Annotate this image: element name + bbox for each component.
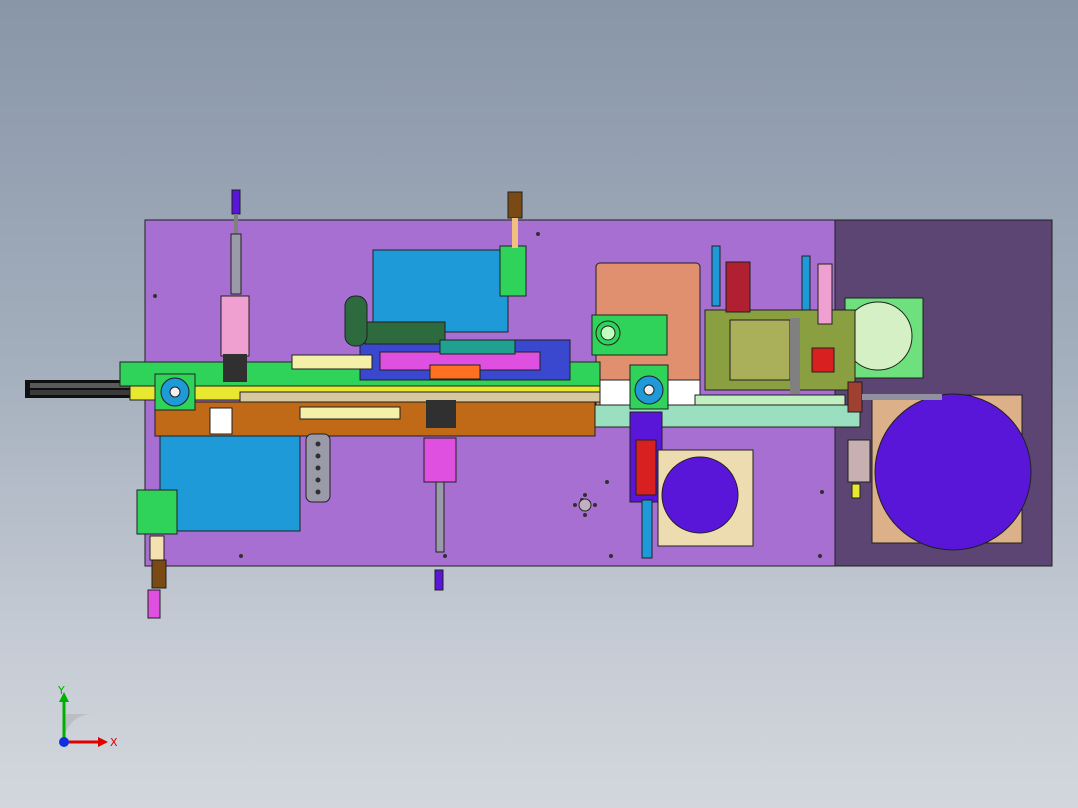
cad-viewport[interactable] [0,0,1078,808]
center-rotary-unit [629,364,669,410]
disc-center [661,456,739,534]
x-axis-label: X [110,736,118,749]
disc-large [874,393,1032,551]
y-axis-label: Y [57,686,65,697]
blue-mount-block-top [372,249,509,333]
feeder-rail [25,380,135,398]
blue-mount-block-bottom [159,434,301,532]
origin-icon [59,737,69,747]
coordinate-triad: Y X [57,686,118,749]
